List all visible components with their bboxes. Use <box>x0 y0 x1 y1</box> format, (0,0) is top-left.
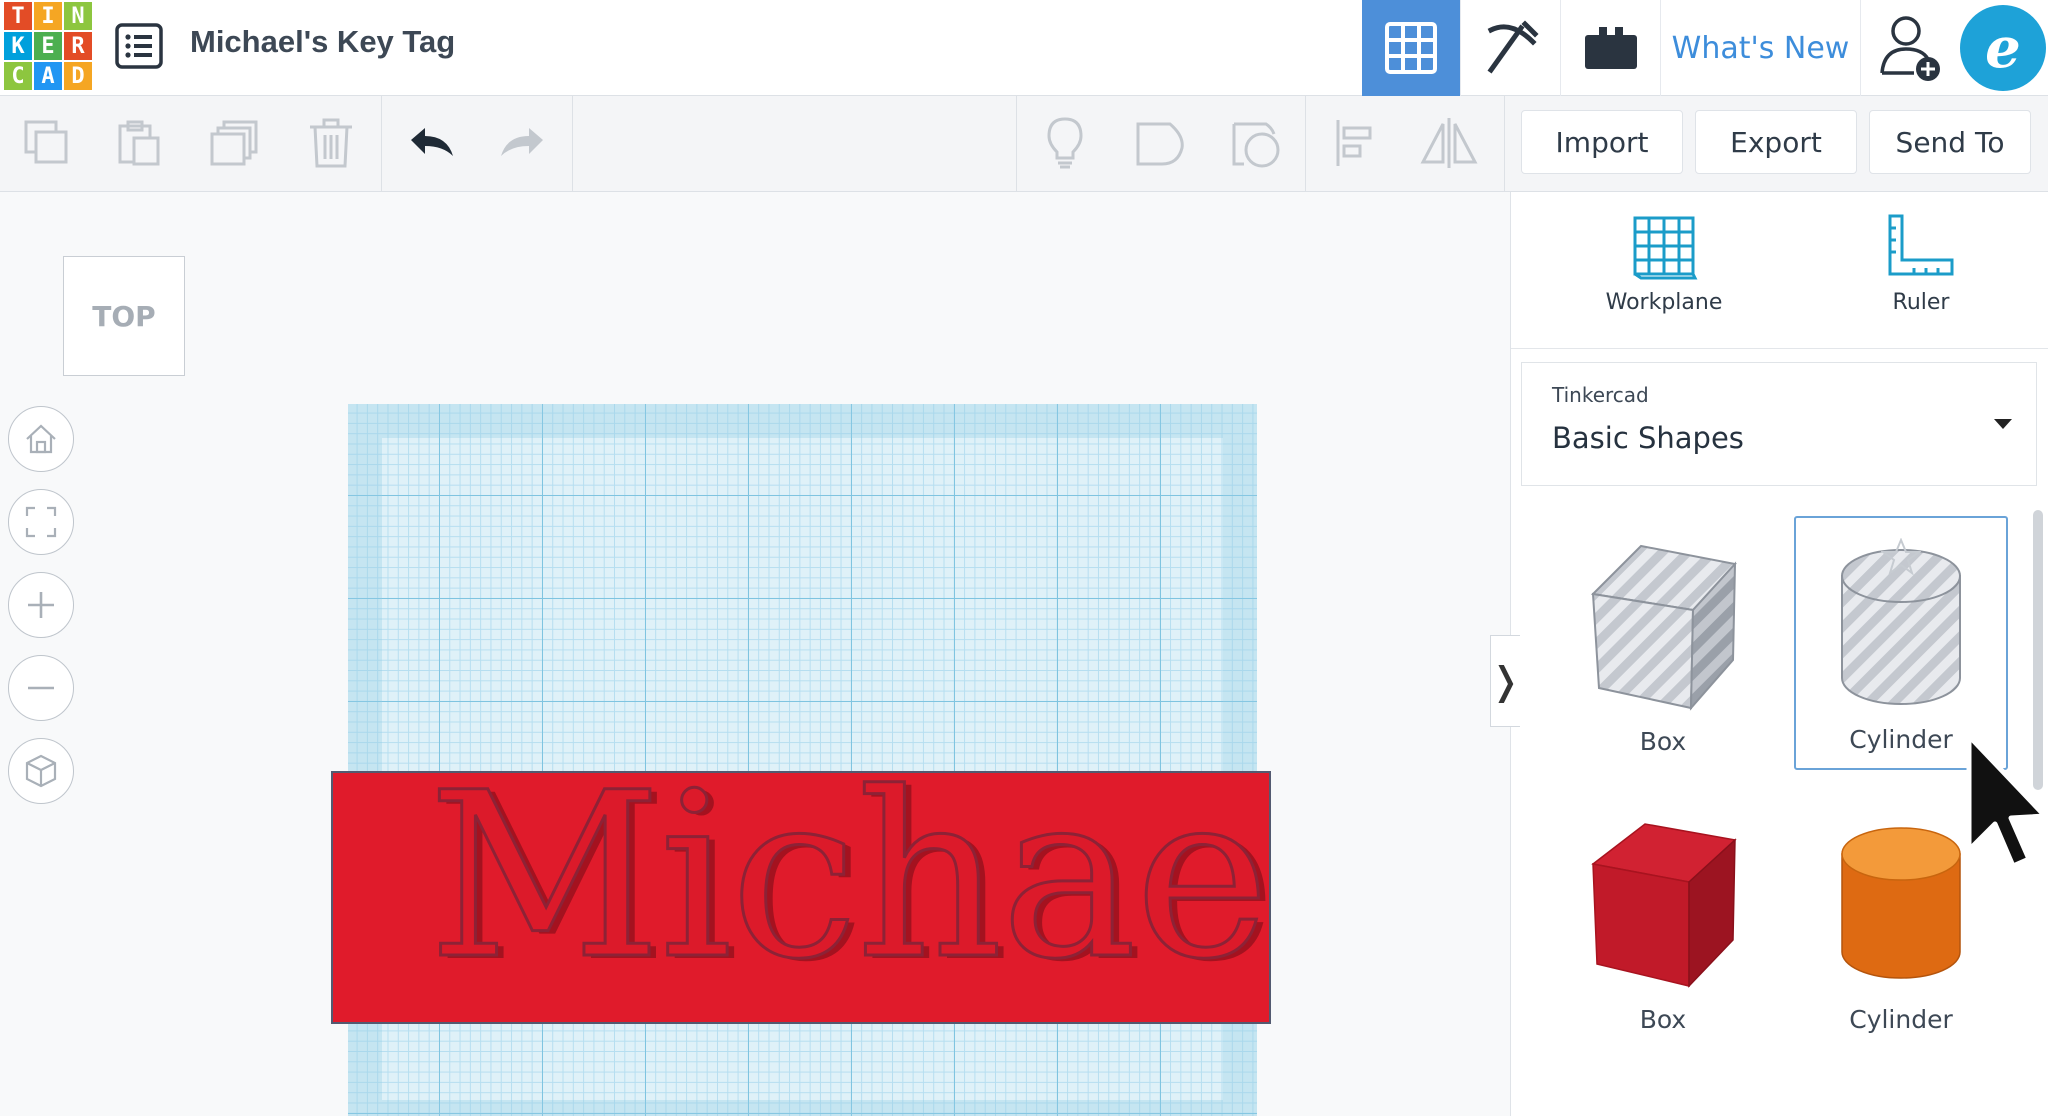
3d-viewport[interactable]: TOP Michael <box>0 192 1510 1116</box>
logo-letter: T <box>4 2 32 30</box>
box-solid-icon <box>1591 823 1737 988</box>
list-icon <box>115 23 163 69</box>
cylinder-solid-icon <box>1841 827 1961 979</box>
top-header: T I N K E R C A D Michael's Key Tag What… <box>0 0 2048 96</box>
logo-letter: R <box>64 32 92 60</box>
logo-letter: C <box>4 62 32 90</box>
edit-toolbar: Import Export Send To <box>0 96 2048 192</box>
shape-label: Box <box>1639 1005 1687 1034</box>
ruler-icon <box>1888 214 1954 276</box>
workplane-tools: Workplane Ruler <box>1511 192 2048 349</box>
paste-icon <box>118 120 160 166</box>
user-avatar[interactable]: e <box>1958 0 2048 96</box>
minus-icon <box>28 686 54 690</box>
mirror-icon <box>1420 118 1478 168</box>
copy-icon <box>24 120 68 164</box>
redo-button[interactable] <box>486 106 560 180</box>
design-list-button[interactable] <box>114 22 164 70</box>
shape-label: Cylinder <box>1849 1005 1953 1034</box>
workplane-icon <box>1633 216 1698 280</box>
caret-down-icon <box>1994 419 2012 429</box>
add-user-button[interactable] <box>1860 0 1958 96</box>
duplicate-button[interactable] <box>198 106 272 180</box>
mouse-cursor-icon <box>1966 733 2048 869</box>
zoom-out-button[interactable] <box>8 655 74 721</box>
perspective-button[interactable] <box>8 738 74 804</box>
whats-new-link[interactable]: What's New <box>1660 0 1860 96</box>
shape-library-dropdown[interactable]: Tinkercad Basic Shapes <box>1521 362 2037 486</box>
home-icon <box>26 424 56 454</box>
lessons-button[interactable] <box>1560 0 1660 96</box>
home-view-button[interactable] <box>8 406 74 472</box>
plus-icon <box>28 592 54 618</box>
delete-button[interactable] <box>294 106 368 180</box>
tinkercad-logo[interactable]: T I N K E R C A D <box>4 2 92 90</box>
hole-shape-button[interactable] <box>1220 106 1294 180</box>
library-selected: Basic Shapes <box>1552 421 1744 455</box>
fit-view-button[interactable] <box>8 489 74 555</box>
fit-view-icon <box>25 506 57 538</box>
panel-toggle-button[interactable]: ❭ <box>1489 635 1522 727</box>
pickaxe-icon <box>1487 20 1539 74</box>
logo-letter: A <box>34 62 62 90</box>
3d-design-view-button[interactable] <box>1362 0 1460 96</box>
briefcase-icon <box>1584 27 1637 69</box>
workplane-tool[interactable]: Workplane <box>1589 212 1739 315</box>
undo-icon <box>411 128 453 156</box>
key-tag-shape[interactable]: Michael <box>331 771 1271 1024</box>
add-user-icon <box>1879 16 1940 81</box>
shape-box-hole[interactable]: Box <box>1556 516 1770 770</box>
logo-letter: I <box>34 2 62 30</box>
trash-icon <box>310 118 352 168</box>
zoom-in-button[interactable] <box>8 572 74 638</box>
export-button[interactable]: Export <box>1695 110 1857 174</box>
logo-letter: E <box>34 32 62 60</box>
logo-letter: D <box>64 62 92 90</box>
shape-box-solid[interactable]: Box <box>1556 794 1770 1048</box>
ruler-tool[interactable]: Ruler <box>1846 212 1996 315</box>
undo-button[interactable] <box>394 106 468 180</box>
copy-button[interactable] <box>10 106 84 180</box>
send-to-button[interactable]: Send To <box>1869 110 2031 174</box>
lightbulb-icon <box>1047 117 1083 169</box>
library-category: Tinkercad <box>1552 383 1649 407</box>
ruler-label: Ruler <box>1892 290 1950 315</box>
document-title[interactable]: Michael's Key Tag <box>190 24 455 60</box>
solid-shape-button[interactable] <box>1124 106 1198 180</box>
michael-text-shape[interactable]: Michael <box>427 773 1269 1011</box>
blocks-button[interactable] <box>1460 0 1560 96</box>
box-hole-icon <box>1590 544 1737 711</box>
avatar: e <box>1960 5 2046 91</box>
favorite-star-icon[interactable] <box>1881 538 1921 576</box>
solid-shape-icon <box>1136 122 1184 166</box>
workplane-label: Workplane <box>1605 290 1723 315</box>
logo-letter: K <box>4 32 32 60</box>
import-button[interactable]: Import <box>1521 110 1683 174</box>
align-icon <box>1336 120 1372 166</box>
hole-shape-icon <box>1232 122 1280 168</box>
align-button[interactable] <box>1318 106 1392 180</box>
redo-icon <box>501 128 543 156</box>
cube-icon <box>25 754 57 788</box>
shape-label: Box <box>1639 727 1687 756</box>
paste-button[interactable] <box>102 106 176 180</box>
duplicate-icon <box>210 120 258 166</box>
logo-letter: N <box>64 2 92 30</box>
notes-button[interactable] <box>1028 106 1102 180</box>
mirror-button[interactable] <box>1412 106 1486 180</box>
chevron-right-icon: ❭ <box>1489 659 1522 703</box>
grid-icon <box>1385 22 1437 74</box>
shapes-panel: Workplane Ruler Tinkercad Basic Shapes B… <box>1510 192 2048 1116</box>
view-cube[interactable]: TOP <box>63 256 185 376</box>
